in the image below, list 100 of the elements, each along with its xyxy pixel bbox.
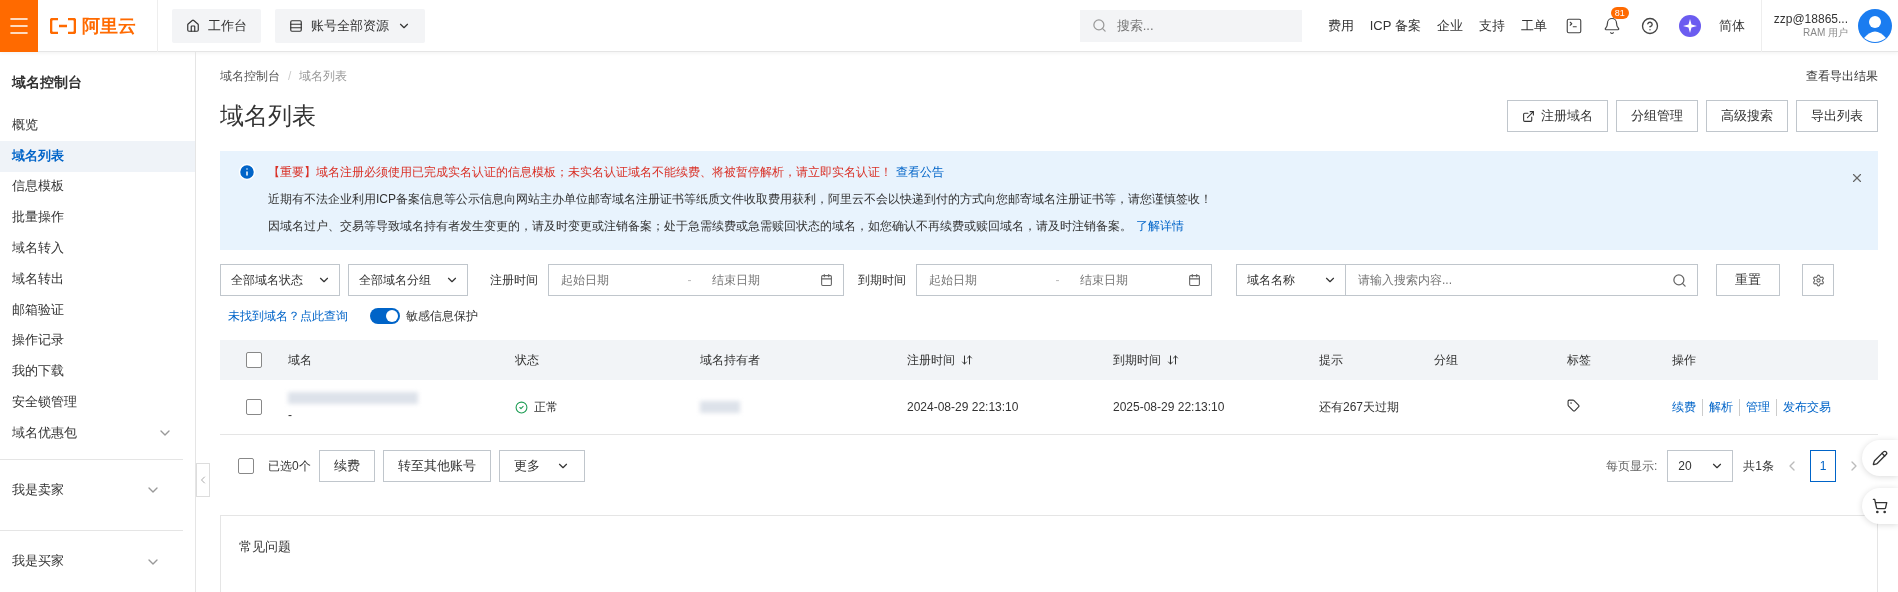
avatar-icon[interactable]	[1858, 8, 1892, 43]
info-icon	[238, 163, 256, 181]
terminal-icon	[1564, 16, 1583, 35]
sidebar-item[interactable]: 我的下载	[0, 356, 195, 388]
workbench-button[interactable]: 工作台	[172, 8, 261, 43]
operation-link[interactable]: 发布交易	[1776, 398, 1837, 416]
sidebar-item[interactable]: 安全锁管理	[0, 387, 195, 418]
help-button[interactable]	[1640, 16, 1659, 35]
page-button[interactable]: 1	[1810, 450, 1836, 482]
select-all-checkbox[interactable]	[246, 352, 262, 368]
settings-button[interactable]	[1802, 264, 1834, 296]
operation-link[interactable]: 解析	[1702, 398, 1739, 416]
batch-button[interactable]: 转至其他账号	[382, 450, 491, 482]
notice-text: 因域名过户、交易等导致域名持有者发生变更的，请及时变更或注销备案；处于急需续费或急需赎回状态的域名，如您确认不再续费或赎回域名，请及时注销备案。 了解详情	[268, 218, 1185, 235]
logo-icon	[50, 17, 76, 34]
breadcrumb-link[interactable]: 域名控制台	[220, 67, 280, 85]
range-separator: -	[1054, 273, 1061, 287]
operation-link[interactable]: 续费	[1672, 398, 1702, 416]
table-cell-text: 2024-08-29 22:13:10	[907, 400, 1020, 414]
sidebar-item[interactable]: 域名转出	[0, 264, 195, 295]
batch-button[interactable]: 续费	[318, 450, 375, 482]
sidebar-section[interactable]: 我是卖家	[0, 458, 183, 521]
sidebar-item[interactable]: 操作记录	[0, 325, 195, 357]
cart-icon	[1872, 498, 1888, 514]
search-input[interactable]: 搜索...	[1114, 17, 1285, 34]
operation-link[interactable]: 管理	[1739, 398, 1776, 416]
date-label: 到期时间	[858, 271, 906, 289]
table-cell: 正常	[515, 398, 700, 416]
notice-link[interactable]: 了解详情	[1136, 219, 1184, 233]
edit-button[interactable]	[1862, 440, 1898, 476]
pencil-icon	[1872, 450, 1888, 466]
sidebar-item[interactable]: 批量操作	[0, 202, 195, 234]
range-separator: -	[686, 273, 693, 287]
sidebar-section[interactable]: 我是买家	[0, 530, 183, 592]
sidebar-item[interactable]: 域名转入	[0, 233, 195, 264]
external-link-icon	[1522, 109, 1535, 123]
top-nav-link[interactable]: 企业	[1436, 16, 1463, 35]
action-button[interactable]: 高级搜索	[1706, 100, 1788, 132]
page-size-label: 每页显示:	[1605, 457, 1658, 475]
resource-dropdown[interactable]: 账号全部资源	[275, 8, 425, 43]
column-header: 操作	[1672, 351, 1697, 369]
table-cell-text: 2025-08-29 22:13:10	[1113, 400, 1226, 414]
action-button[interactable]: 分组管理	[1616, 100, 1698, 132]
page-title: 域名列表	[220, 101, 316, 131]
sidebar-item[interactable]: 邮箱验证	[0, 294, 195, 326]
column-header: 域名	[288, 351, 313, 369]
column-header[interactable]: 到期时间	[1113, 351, 1319, 369]
top-nav-link[interactable]: 支持	[1478, 16, 1505, 35]
search-icon	[1091, 18, 1107, 33]
page-size-select[interactable]: 20	[1667, 450, 1734, 482]
row-checkbox[interactable]	[246, 399, 262, 415]
toggle-switch[interactable]	[370, 308, 400, 324]
column-header: 分组	[1434, 351, 1459, 369]
home-icon	[186, 18, 200, 33]
sidebar-title: 域名控制台	[10, 73, 83, 92]
tag-icon[interactable]	[1567, 399, 1580, 412]
not-found-link[interactable]: 未找到域名？点此查询	[228, 307, 348, 325]
top-nav-link[interactable]: ICP 备案	[1369, 16, 1421, 35]
export-results-link[interactable]: 查看导出结果	[1806, 67, 1878, 85]
column-header[interactable]: 注册时间	[907, 351, 1113, 369]
column-header: 提示	[1319, 351, 1344, 369]
reset-button[interactable]: 重置	[1716, 264, 1780, 296]
search-icon	[1672, 272, 1687, 288]
top-nav-link[interactable]: 工单	[1520, 16, 1547, 35]
action-button[interactable]: 导出列表	[1796, 100, 1878, 132]
status-select[interactable]: 全部域名状态	[220, 264, 340, 296]
calendar-icon	[1187, 273, 1201, 287]
search-type-select[interactable]: 域名名称	[1236, 264, 1346, 296]
language-link[interactable]: 简体	[1718, 16, 1745, 35]
column-header: 标签	[1567, 351, 1592, 369]
sidebar-item[interactable]: 域名列表	[0, 140, 195, 172]
settings-icon	[1811, 273, 1825, 287]
table-cell-text: 还有267天过期	[1319, 398, 1401, 416]
close-button[interactable]	[1850, 171, 1864, 185]
top-nav-link[interactable]: 费用	[1327, 16, 1354, 35]
sidebar-item[interactable]: 域名优惠包	[0, 417, 195, 449]
sparkle-icon	[1678, 14, 1701, 37]
cart-button[interactable]	[1862, 488, 1898, 524]
menu-button[interactable]	[0, 0, 38, 52]
terminal-button[interactable]	[1564, 16, 1583, 35]
notice-text: 【重要】域名注册必须使用已完成实名认证的信息模板；未实名认证域名不能续费、将被暂停解析，请立即实名认证！ 查看公告	[268, 164, 945, 181]
select-all-checkbox[interactable]	[238, 458, 254, 474]
search-field[interactable]: 搜索...	[1079, 9, 1302, 42]
sidebar-item[interactable]: 信息模板	[0, 171, 195, 203]
sort-icon	[961, 354, 973, 366]
check-circle-icon	[515, 400, 528, 414]
notice-link[interactable]: 查看公告	[896, 165, 944, 179]
more-dropdown[interactable]: 更多	[498, 450, 585, 482]
search-field[interactable]: 请输入搜索内容...	[1346, 264, 1698, 296]
action-button[interactable]: 注册域名	[1507, 100, 1608, 132]
faq-title: 常见问题	[239, 539, 291, 554]
sidebar-item[interactable]: 概览	[0, 110, 195, 141]
sort-icon	[1167, 354, 1179, 366]
close-icon	[1850, 171, 1864, 185]
user-role: RAM 用户	[1803, 26, 1848, 40]
toggle-label: 敏感信息保护	[406, 307, 478, 325]
bell-icon	[1602, 16, 1621, 35]
group-select[interactable]: 全部域名分组	[348, 264, 468, 296]
date-label: 注册时间	[490, 271, 538, 289]
assistant-button[interactable]	[1678, 14, 1701, 37]
